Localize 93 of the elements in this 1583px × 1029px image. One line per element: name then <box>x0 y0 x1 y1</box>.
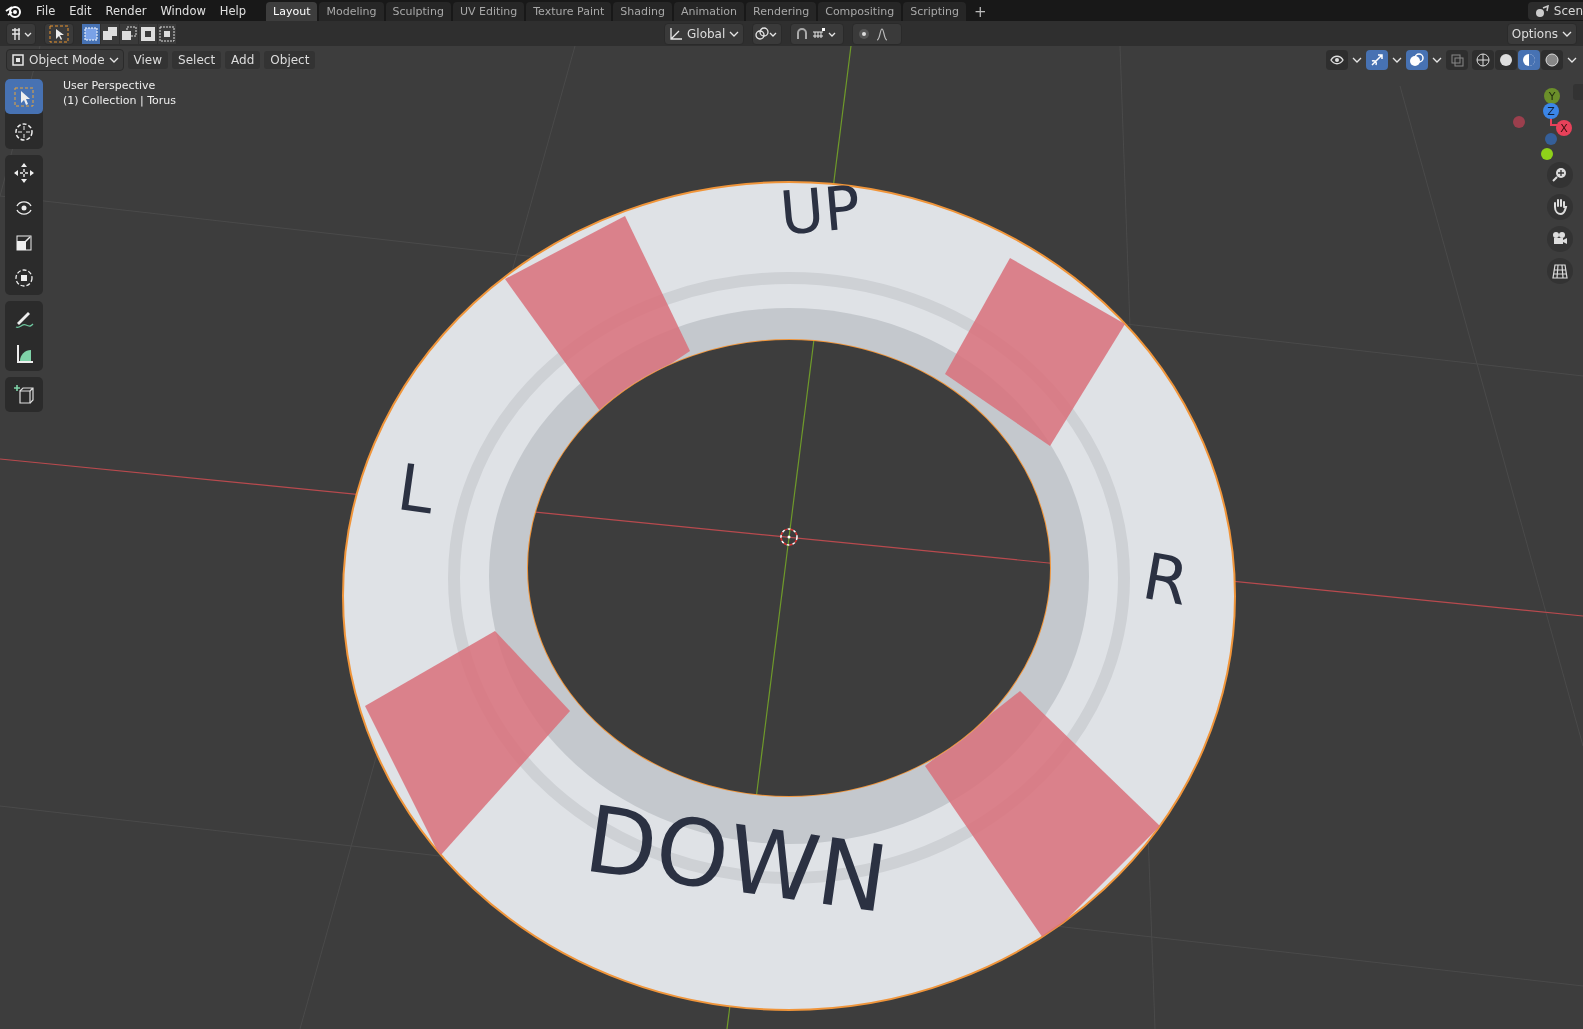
viewport-info-text: (1) Collection | Torus <box>63 94 176 107</box>
mode-label: Object Mode <box>29 53 105 67</box>
add-workspace-button[interactable]: + <box>968 3 993 21</box>
viewport-toggle-button[interactable] <box>1366 50 1388 70</box>
workspace-tab[interactable]: Scripting <box>903 2 967 21</box>
orientation-value: Global <box>687 26 726 41</box>
viewport-toggle-button[interactable] <box>1446 50 1468 70</box>
selection-mode-icon <box>121 25 137 42</box>
selection-mode-icon <box>140 25 156 42</box>
workspace-tab[interactable]: Compositing <box>818 2 902 21</box>
viewport-navigation-button[interactable] <box>1547 194 1573 220</box>
editor-type-button[interactable] <box>6 22 36 45</box>
snapping-button[interactable] <box>790 22 845 45</box>
menu-item[interactable]: Render <box>99 3 153 18</box>
hand-icon <box>1551 198 1569 216</box>
grid-icon <box>1551 262 1569 280</box>
selection-mode-icon <box>102 25 118 42</box>
selection-mode-button[interactable] <box>158 23 176 44</box>
negative-axis-dot[interactable] <box>1541 148 1553 160</box>
selection-mode-icon <box>159 25 175 42</box>
magnifier-plus-icon <box>1551 166 1569 184</box>
orientation-dropdown[interactable]: Global <box>664 22 745 45</box>
object-mode-icon <box>11 53 25 67</box>
chevron-down-icon <box>1352 56 1362 64</box>
overlapping-circles-icon <box>1409 52 1425 68</box>
axis-handle[interactable]: Y <box>1544 88 1560 104</box>
sphere-icon <box>1475 52 1491 68</box>
viewport-navigation-button[interactable] <box>1547 258 1573 284</box>
sphere-icon <box>1498 52 1514 68</box>
shading-mode-button[interactable] <box>1541 50 1563 70</box>
tool-button[interactable] <box>5 79 43 114</box>
shading-mode-button[interactable] <box>1472 50 1494 70</box>
axis-handle[interactable]: Z <box>1543 103 1559 119</box>
arrow-icon <box>1369 52 1385 68</box>
chevron-down-icon <box>1392 56 1402 64</box>
workspace-tab[interactable]: UV Editing <box>452 2 525 21</box>
selection-mode-button[interactable] <box>101 23 119 44</box>
workspace-tab[interactable]: Modeling <box>319 2 384 21</box>
pivot-point-dropdown[interactable] <box>752 22 783 45</box>
options-label: Options <box>1511 26 1558 41</box>
viewport-toggle-button[interactable] <box>1406 50 1428 70</box>
torus-label: L <box>393 450 439 529</box>
negative-axis-dot[interactable] <box>1545 133 1557 145</box>
chevron-down-icon <box>729 29 740 38</box>
chevron-down-icon <box>1562 29 1572 38</box>
viewport-toggle-button[interactable] <box>1326 50 1348 70</box>
axes-icon <box>669 26 683 41</box>
crosshair-icon <box>13 120 35 143</box>
viewport-menu[interactable]: View <box>127 51 169 69</box>
proportional-editing-button[interactable] <box>852 22 903 45</box>
viewport-navigation-button[interactable] <box>1547 226 1573 252</box>
chevron-down-icon <box>1432 56 1442 64</box>
menu-item[interactable]: Window <box>154 3 212 18</box>
selection-mode-button[interactable] <box>139 23 157 44</box>
select-tool-button[interactable] <box>44 22 74 45</box>
viewport-menu[interactable]: Object <box>264 51 316 69</box>
four-arrows-icon <box>13 161 35 184</box>
workspace-tab[interactable]: Animation <box>673 2 745 21</box>
workspace-tab[interactable]: Layout <box>266 2 318 21</box>
torus-label: UP <box>777 171 864 249</box>
editor-type-icon <box>10 26 32 41</box>
workspace-tab[interactable]: Shading <box>613 2 672 21</box>
cube-plus-icon <box>13 383 35 406</box>
viewport-menu[interactable]: Add <box>225 51 261 69</box>
workspace-tab[interactable]: Texture Paint <box>526 2 612 21</box>
selection-mode-button[interactable] <box>120 23 138 44</box>
menu-item[interactable]: File <box>30 3 62 18</box>
sphere-icon <box>1521 52 1537 68</box>
scene-icon <box>1533 4 1550 19</box>
chevron-down-icon <box>1567 56 1577 64</box>
torus-label: R <box>1137 539 1195 620</box>
axis-handle[interactable]: X <box>1556 120 1572 136</box>
selection-mode-button[interactable] <box>82 23 100 44</box>
negative-axis-dot[interactable] <box>1513 116 1525 128</box>
viewport-menu[interactable]: Select <box>172 51 222 69</box>
chevron-down-icon <box>108 56 119 64</box>
viewport-info-text: User Perspective <box>63 79 157 92</box>
workspace-tab[interactable]: Sculpting <box>385 2 451 21</box>
torus-label: DOWN <box>578 785 894 934</box>
shading-mode-button[interactable] <box>1518 50 1540 70</box>
origin-marker-icon <box>780 528 798 546</box>
scene-selector[interactable]: Scen <box>1527 1 1583 20</box>
viewport-navigation-button[interactable] <box>1547 162 1573 188</box>
menu-item[interactable]: Edit <box>63 3 98 18</box>
transform-icon <box>13 266 35 289</box>
squares-icon <box>1449 52 1465 68</box>
workspace-tab[interactable]: Rendering <box>746 2 817 21</box>
menu-item[interactable]: Help <box>213 3 253 18</box>
sphere-icon <box>1544 52 1560 68</box>
mode-dropdown[interactable]: Object Mode <box>6 49 124 71</box>
shading-mode-button[interactable] <box>1495 50 1517 70</box>
selection-mode-icon <box>83 25 99 42</box>
options-dropdown[interactable]: Options <box>1506 22 1577 45</box>
